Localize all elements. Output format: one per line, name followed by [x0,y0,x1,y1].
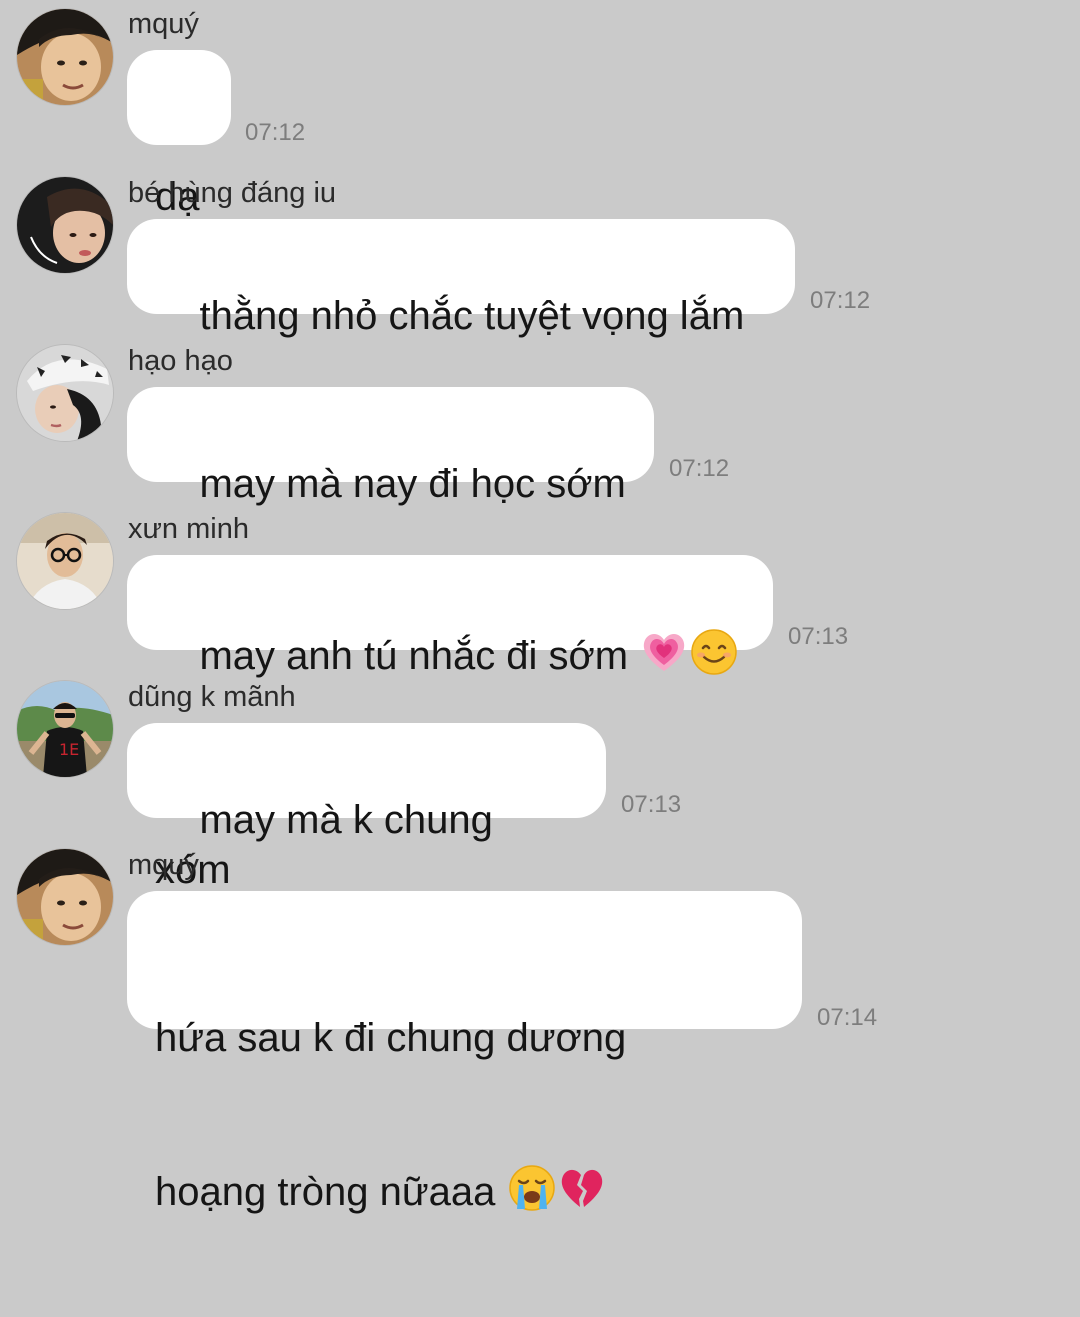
growing-heart-emoji [644,634,685,671]
avatar-photo-icon [17,177,113,273]
avatar-photo-icon: 1E [17,681,113,777]
message-time: 07:14 [817,1004,878,1031]
avatar[interactable] [16,176,114,274]
message-bubble[interactable]: hứa sau k đi chung dương hoạng tròng nữa… [127,891,802,1214]
avatar[interactable] [16,848,114,946]
avatar[interactable]: 1E [16,680,114,778]
message-time: 07:12 [245,119,306,146]
avatar[interactable] [16,8,114,106]
avatar-photo-icon [17,513,113,609]
svg-text:1E: 1E [59,740,79,759]
message-bubble[interactable]: dạ [127,50,231,219]
sender-name: mquý [128,849,199,881]
message-time: 07:12 [810,287,871,314]
message-text: thằng nhỏ chắc tuyệt vọng lắm [199,294,745,338]
avatar-photo-icon [17,9,113,105]
loudly-crying-face-emoji [508,1165,555,1211]
message-text-line: hoạng tròng nữaaa [155,1163,774,1217]
message-text-line: hứa sau k đi chung dương [155,1016,627,1060]
message-bubble[interactable]: may mà nay đi học sớm [127,387,654,506]
message-time: 07:13 [788,623,849,650]
message-text: may mà nay đi học sớm [199,462,626,506]
avatar[interactable] [16,512,114,610]
message-bubble[interactable]: may anh tú nhắc đi sớm [127,555,773,678]
message-time: 07:13 [621,791,682,818]
avatar-photo-icon [17,849,113,945]
sender-name: mquý [128,8,199,40]
smiling-face-emoji [691,629,737,675]
sender-name: xưn minh [128,513,249,545]
avatar-photo-icon [17,345,113,441]
sender-name: dũng k mãnh [128,681,296,713]
sender-name: hạo hạo [128,345,233,377]
avatar[interactable] [16,344,114,442]
message-bubble[interactable]: may mà k chung xóm [127,723,606,892]
message-text: may anh tú nhắc đi sớm [199,634,640,678]
sender-name: bé hùng đáng iu [128,177,337,209]
message-text: may mà k chung xóm [155,798,505,892]
message-time: 07:12 [669,455,730,482]
broken-heart-emoji [561,1169,602,1207]
message-bubble[interactable]: thằng nhỏ chắc tuyệt vọng lắm [127,219,795,338]
